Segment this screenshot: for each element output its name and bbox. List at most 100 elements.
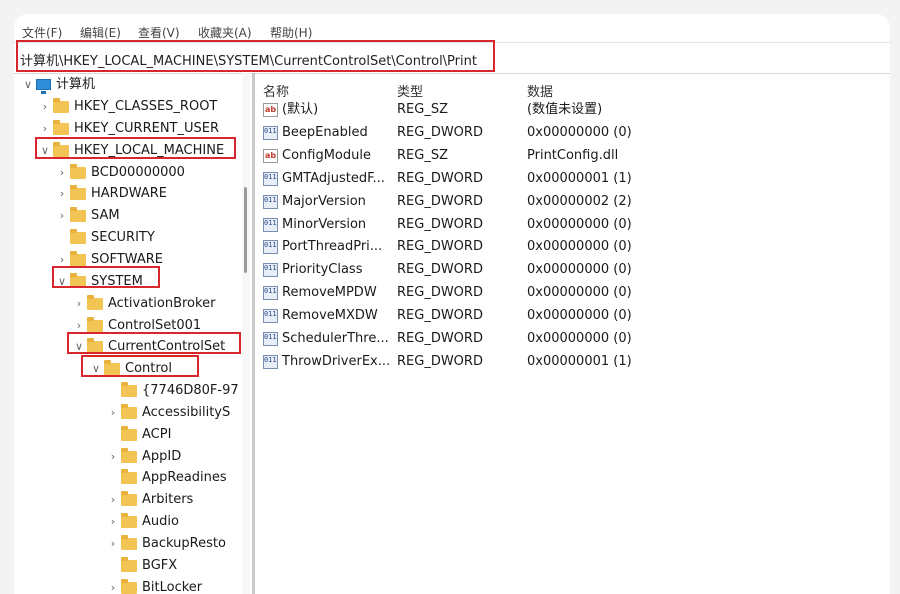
address-bar[interactable]: 计算机\HKEY_LOCAL_MACHINE\SYSTEM\CurrentCon…	[14, 42, 890, 74]
tree-item[interactable]: › HARDWARE	[56, 184, 167, 204]
tree-item[interactable]: › SOFTWARE	[56, 250, 163, 270]
value-data: (数值未设置)	[527, 102, 603, 117]
tree-item[interactable]: BGFX	[107, 556, 177, 576]
value-name-cell: 011 110 BeepEnabled	[263, 122, 368, 144]
value-row[interactable]: 011 110 GMTAdjustedF... REG_DWORD 0x0000000…	[255, 168, 890, 190]
chevron-right-icon[interactable]: ›	[56, 184, 68, 204]
tree-item[interactable]: › HKEY_CLASSES_ROOT	[39, 97, 217, 117]
tree-item[interactable]: › Audio	[107, 512, 179, 532]
value-row[interactable]: 011 110 ThrowDriverEx... REG_DWORD 0x000000…	[255, 351, 890, 373]
tree-item[interactable]: › BackupResto	[107, 534, 226, 554]
binary-value-icon: 011 110	[263, 286, 278, 301]
folder-icon	[53, 141, 69, 157]
folder-icon	[121, 403, 137, 419]
address-path[interactable]: 计算机\HKEY_LOCAL_MACHINE\SYSTEM\CurrentCon…	[20, 50, 477, 69]
tree-item[interactable]: › ControlSet001	[73, 316, 201, 336]
value-row[interactable]: 011 110 MinorVersion REG_DWORD 0x00000000 (…	[255, 214, 890, 236]
tree-item[interactable]: › HKEY_CURRENT_USER	[39, 119, 219, 139]
chevron-down-icon[interactable]: ∨	[73, 337, 85, 357]
value-name: GMTAdjustedF...	[282, 170, 385, 186]
chevron-right-icon[interactable]: ›	[73, 294, 85, 314]
tree-item[interactable]: › AppID	[107, 447, 181, 467]
chevron-right-icon[interactable]: ›	[107, 512, 119, 532]
tree-item[interactable]: {7746D80F-97	[107, 381, 239, 401]
value-name: RemoveMPDW	[282, 285, 377, 301]
tree-item[interactable]: › BitLocker	[107, 578, 202, 594]
column-header-name[interactable]: 名称	[263, 81, 289, 100]
value-name-cell: 011 110 ThrowDriverEx...	[263, 351, 390, 373]
tree-item-label: SOFTWARE	[91, 251, 163, 267]
chevron-right-icon[interactable]: ›	[73, 316, 85, 336]
chevron-right-icon[interactable]: ›	[107, 490, 119, 510]
chevron-down-icon[interactable]: ∨	[56, 272, 68, 292]
chevron-right-icon[interactable]: ›	[39, 97, 51, 117]
chevron-right-icon[interactable]: ›	[56, 250, 68, 270]
column-header-type[interactable]: 类型	[397, 81, 423, 100]
value-row[interactable]: ab (默认) REG_SZ (数值未设置)	[255, 99, 890, 121]
registry-editor-window: 文件(F) 编辑(E) 查看(V) 收藏夹(A) 帮助(H) 计算机\HKEY_…	[14, 14, 890, 594]
value-name-cell: 011 110 PriorityClass	[263, 259, 362, 281]
menu-file[interactable]: 文件(F)	[22, 24, 62, 41]
folder-icon	[70, 250, 86, 266]
binary-value-icon: 011 110	[263, 309, 278, 324]
value-type: REG_DWORD	[397, 170, 483, 186]
chevron-right-icon[interactable]: ›	[107, 447, 119, 467]
chevron-right-icon[interactable]: ›	[107, 534, 119, 554]
value-row[interactable]: 011 110 BeepEnabled REG_DWORD 0x00000000 (0…	[255, 122, 890, 144]
value-row[interactable]: 011 110 SchedulerThre... REG_DWORD 0x000000…	[255, 328, 890, 350]
tree-item[interactable]: ∨ SYSTEM	[56, 272, 143, 292]
binary-value-icon: 011 110	[263, 263, 278, 278]
folder-icon	[121, 535, 137, 550]
tree-scrollbar-thumb[interactable]	[244, 187, 247, 273]
value-row[interactable]: 011 110 PortThreadPri... REG_DWORD 0x000000…	[255, 236, 890, 258]
value-data: 0x00000001 (1)	[527, 353, 632, 369]
tree-item[interactable]: SECURITY	[56, 228, 155, 248]
folder-icon	[121, 469, 137, 485]
chevron-down-icon[interactable]: ∨	[22, 75, 34, 95]
value-type: REG_SZ	[397, 102, 448, 117]
value-name: ThrowDriverEx...	[282, 353, 391, 369]
value-row[interactable]: 011 110 PriorityClass REG_DWORD 0x00000000 …	[255, 259, 890, 281]
tree-item[interactable]: › ActivationBroker	[73, 294, 215, 314]
value-row[interactable]: ab ConfigModule REG_SZ PrintConfig.dll	[255, 145, 890, 167]
tree-item[interactable]: ∨ HKEY_LOCAL_MACHINE	[39, 141, 224, 161]
chevron-right-icon[interactable]: ›	[107, 578, 119, 594]
chevron-right-icon[interactable]: ›	[56, 163, 68, 183]
tree-item[interactable]: › AccessibilityS	[107, 403, 230, 423]
tree-item-label: Control	[125, 361, 172, 377]
binary-value-icon: 011 110	[263, 354, 278, 369]
tree-item[interactable]: AppReadines	[107, 468, 227, 488]
tree-scrollbar[interactable]	[242, 73, 250, 594]
tree-root-computer[interactable]: ∨ 计算机	[22, 75, 95, 95]
value-data: 0x00000000 (0)	[527, 124, 632, 140]
value-row[interactable]: 011 110 MajorVersion REG_DWORD 0x00000002 (…	[255, 191, 890, 213]
value-name-cell: 011 110 SchedulerThre...	[263, 328, 389, 350]
menu-favorites[interactable]: 收藏夹(A)	[198, 24, 252, 41]
folder-icon	[121, 491, 137, 507]
column-header-data[interactable]: 数据	[527, 81, 553, 100]
tree-item[interactable]: ∨ CurrentControlSet	[73, 337, 225, 357]
tree-item-label: BCD00000000	[91, 164, 185, 180]
chevron-down-icon[interactable]: ∨	[90, 359, 102, 379]
chevron-right-icon[interactable]: ›	[56, 206, 68, 226]
menu-help[interactable]: 帮助(H)	[270, 24, 312, 41]
menu-view[interactable]: 查看(V)	[138, 24, 180, 41]
tree-item-label: HKEY_CURRENT_USER	[74, 120, 220, 136]
value-row[interactable]: 011 110 RemoveMPDW REG_DWORD 0x00000000 (0)	[255, 282, 890, 304]
folder-icon	[53, 119, 69, 135]
value-name-cell: 011 110 MinorVersion	[263, 214, 366, 236]
tree-item[interactable]: › SAM	[56, 206, 120, 226]
chevron-down-icon[interactable]: ∨	[39, 141, 51, 161]
menu-edit[interactable]: 编辑(E)	[80, 24, 121, 41]
tree-item[interactable]: › Arbiters	[107, 490, 193, 510]
tree-item-label: AppID	[142, 448, 182, 464]
value-row[interactable]: 011 110 RemoveMXDW REG_DWORD 0x00000000 (0)	[255, 305, 890, 327]
tree-item[interactable]: › BCD00000000	[56, 163, 185, 183]
chevron-right-icon[interactable]: ›	[107, 403, 119, 423]
value-data: 0x00000001 (1)	[527, 170, 632, 186]
tree-item[interactable]: ∨ Control	[90, 359, 172, 379]
value-name: PriorityClass	[282, 262, 363, 278]
tree-item[interactable]: ACPI	[107, 425, 171, 445]
chevron-right-icon[interactable]: ›	[39, 119, 51, 139]
value-data: 0x00000000 (0)	[527, 331, 632, 346]
